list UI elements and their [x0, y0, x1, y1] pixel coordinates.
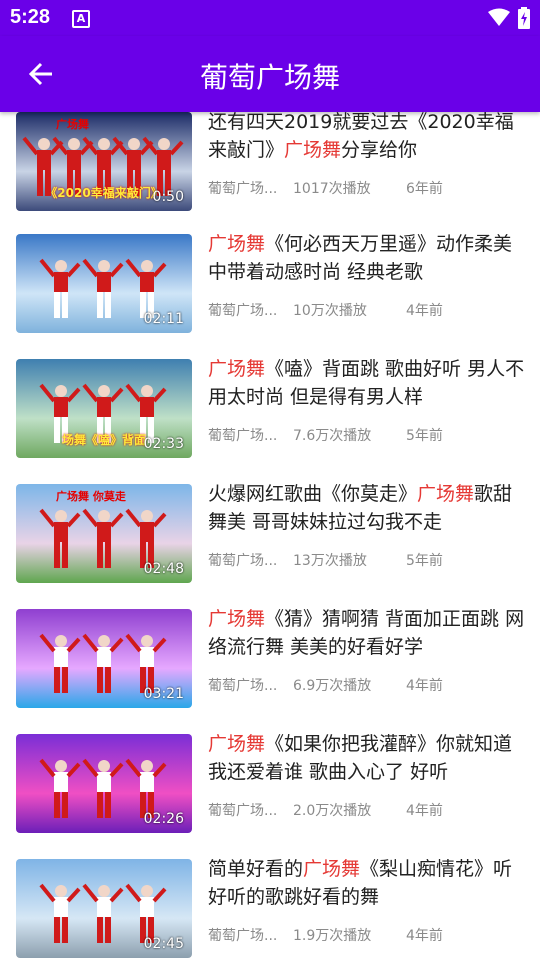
- channel-name: 葡萄广场...: [208, 553, 278, 569]
- channel-name: 葡萄广场...: [208, 181, 278, 197]
- channel-name: 葡萄广场...: [208, 678, 278, 694]
- thumbnail-overlay-text: 广场舞 你莫走: [56, 490, 126, 503]
- video-thumbnail[interactable]: 02:11: [16, 234, 192, 333]
- play-count: 13万次播放: [293, 553, 367, 569]
- video-list-item[interactable]: 场舞《嗑》背面 02:33 广场舞《嗑》背面跳 歌曲好听 男人不用太时尚 但是得有男…: [0, 347, 540, 472]
- video-title-highlight: 广场舞: [208, 233, 266, 255]
- video-list-item[interactable]: 02:45 简单好看的广场舞《梨山痴情花》听好听的歌跳好看的舞葡萄广场... 1.9…: [0, 847, 540, 960]
- video-title[interactable]: 广场舞《猜》猜啊猜 背面加正面跳 网络流行舞 美美的好看好学: [208, 605, 526, 661]
- channel-name: 葡萄广场...: [208, 303, 278, 319]
- video-list-item[interactable]: 广场舞 《2020幸福来敲门》 0:50 还有四天2019就要过去《2020幸福来敲门…: [0, 112, 540, 225]
- video-title[interactable]: 广场舞《嗑》背面跳 歌曲好听 男人不用太时尚 但是得有男人样: [208, 355, 526, 411]
- status-time: 5:28: [10, 6, 51, 28]
- video-duration: 02:48: [143, 561, 184, 577]
- video-title-highlight: 广场舞: [208, 608, 266, 630]
- wifi-icon: [488, 8, 510, 26]
- video-list-item[interactable]: 02:26 广场舞《如果你把我灌醉》你就知道我还爱着谁 歌曲入心了 好听葡萄广场.…: [0, 722, 540, 847]
- upload-age: 4年前: [406, 928, 443, 944]
- battery-icon: [518, 7, 530, 29]
- video-thumbnail[interactable]: 03:21: [16, 609, 192, 708]
- upload-age: 6年前: [406, 181, 443, 197]
- play-count: 1.9万次播放: [293, 928, 372, 944]
- upload-age: 4年前: [406, 303, 443, 319]
- video-title[interactable]: 广场舞《何必西天万里遥》动作柔美中带着动感时尚 经典老歌: [208, 230, 526, 286]
- upload-age: 4年前: [406, 803, 443, 819]
- video-title-text: 简单好看的: [208, 858, 304, 880]
- play-count: 6.9万次播放: [293, 678, 372, 694]
- video-title[interactable]: 广场舞《如果你把我灌醉》你就知道我还爱着谁 歌曲入心了 好听: [208, 730, 526, 786]
- app-bar: 葡萄广场舞: [0, 36, 540, 112]
- video-title-text: 火爆网红歌曲《你莫走》: [208, 483, 418, 505]
- video-thumbnail[interactable]: 02:45: [16, 859, 192, 958]
- video-title-highlight: 广场舞: [284, 139, 342, 161]
- video-list[interactable]: 广场舞 《2020幸福来敲门》 0:50 还有四天2019就要过去《2020幸福来敲门…: [0, 112, 540, 960]
- status-bar: 5:28 A: [0, 0, 540, 36]
- status-icons: [488, 7, 530, 29]
- video-title-highlight: 广场舞: [208, 733, 266, 755]
- channel-name: 葡萄广场...: [208, 803, 278, 819]
- video-duration: 02:33: [143, 436, 184, 452]
- channel-name: 葡萄广场...: [208, 928, 278, 944]
- channel-name: 葡萄广场...: [208, 428, 278, 444]
- video-duration: 02:45: [143, 936, 184, 952]
- page-title: 葡萄广场舞: [199, 61, 340, 94]
- video-title-text: 分享给你: [341, 139, 418, 161]
- upload-age: 4年前: [406, 678, 443, 694]
- video-title-highlight: 广场舞: [417, 483, 475, 505]
- thumbnail-overlay-text: 广场舞: [56, 118, 89, 131]
- video-thumbnail[interactable]: 广场舞 你莫走 02:48: [16, 484, 192, 583]
- video-duration: 0:50: [152, 189, 184, 205]
- video-title[interactable]: 简单好看的广场舞《梨山痴情花》听好听的歌跳好看的舞: [208, 855, 526, 911]
- video-title-highlight: 广场舞: [208, 358, 266, 380]
- video-title[interactable]: 火爆网红歌曲《你莫走》广场舞歌甜舞美 哥哥妹妹拉过勾我不走: [208, 480, 526, 536]
- video-thumbnail[interactable]: 场舞《嗑》背面 02:33: [16, 359, 192, 458]
- play-count: 7.6万次播放: [293, 428, 372, 444]
- video-duration: 02:11: [143, 311, 184, 327]
- video-title[interactable]: 还有四天2019就要过去《2020幸福来敲门》广场舞分享给你: [208, 112, 526, 164]
- upload-age: 5年前: [406, 428, 443, 444]
- accessibility-status-icon: A: [72, 10, 90, 28]
- video-thumbnail[interactable]: 02:26: [16, 734, 192, 833]
- video-duration: 02:26: [143, 811, 184, 827]
- video-duration: 03:21: [143, 686, 184, 702]
- video-thumbnail[interactable]: 广场舞 《2020幸福来敲门》 0:50: [16, 112, 192, 211]
- play-count: 10万次播放: [293, 303, 367, 319]
- upload-age: 5年前: [406, 553, 443, 569]
- play-count: 1017次播放: [293, 181, 371, 197]
- video-list-item[interactable]: 广场舞 你莫走 02:48 火爆网红歌曲《你莫走》广场舞歌甜舞美 哥哥妹妹拉过勾我不…: [0, 472, 540, 597]
- video-list-item[interactable]: 02:11 广场舞《何必西天万里遥》动作柔美中带着动感时尚 经典老歌葡萄广场...…: [0, 222, 540, 347]
- play-count: 2.0万次播放: [293, 803, 372, 819]
- video-list-item[interactable]: 03:21 广场舞《猜》猜啊猜 背面加正面跳 网络流行舞 美美的好看好学葡萄广场.…: [0, 597, 540, 722]
- video-title-highlight: 广场舞: [303, 858, 361, 880]
